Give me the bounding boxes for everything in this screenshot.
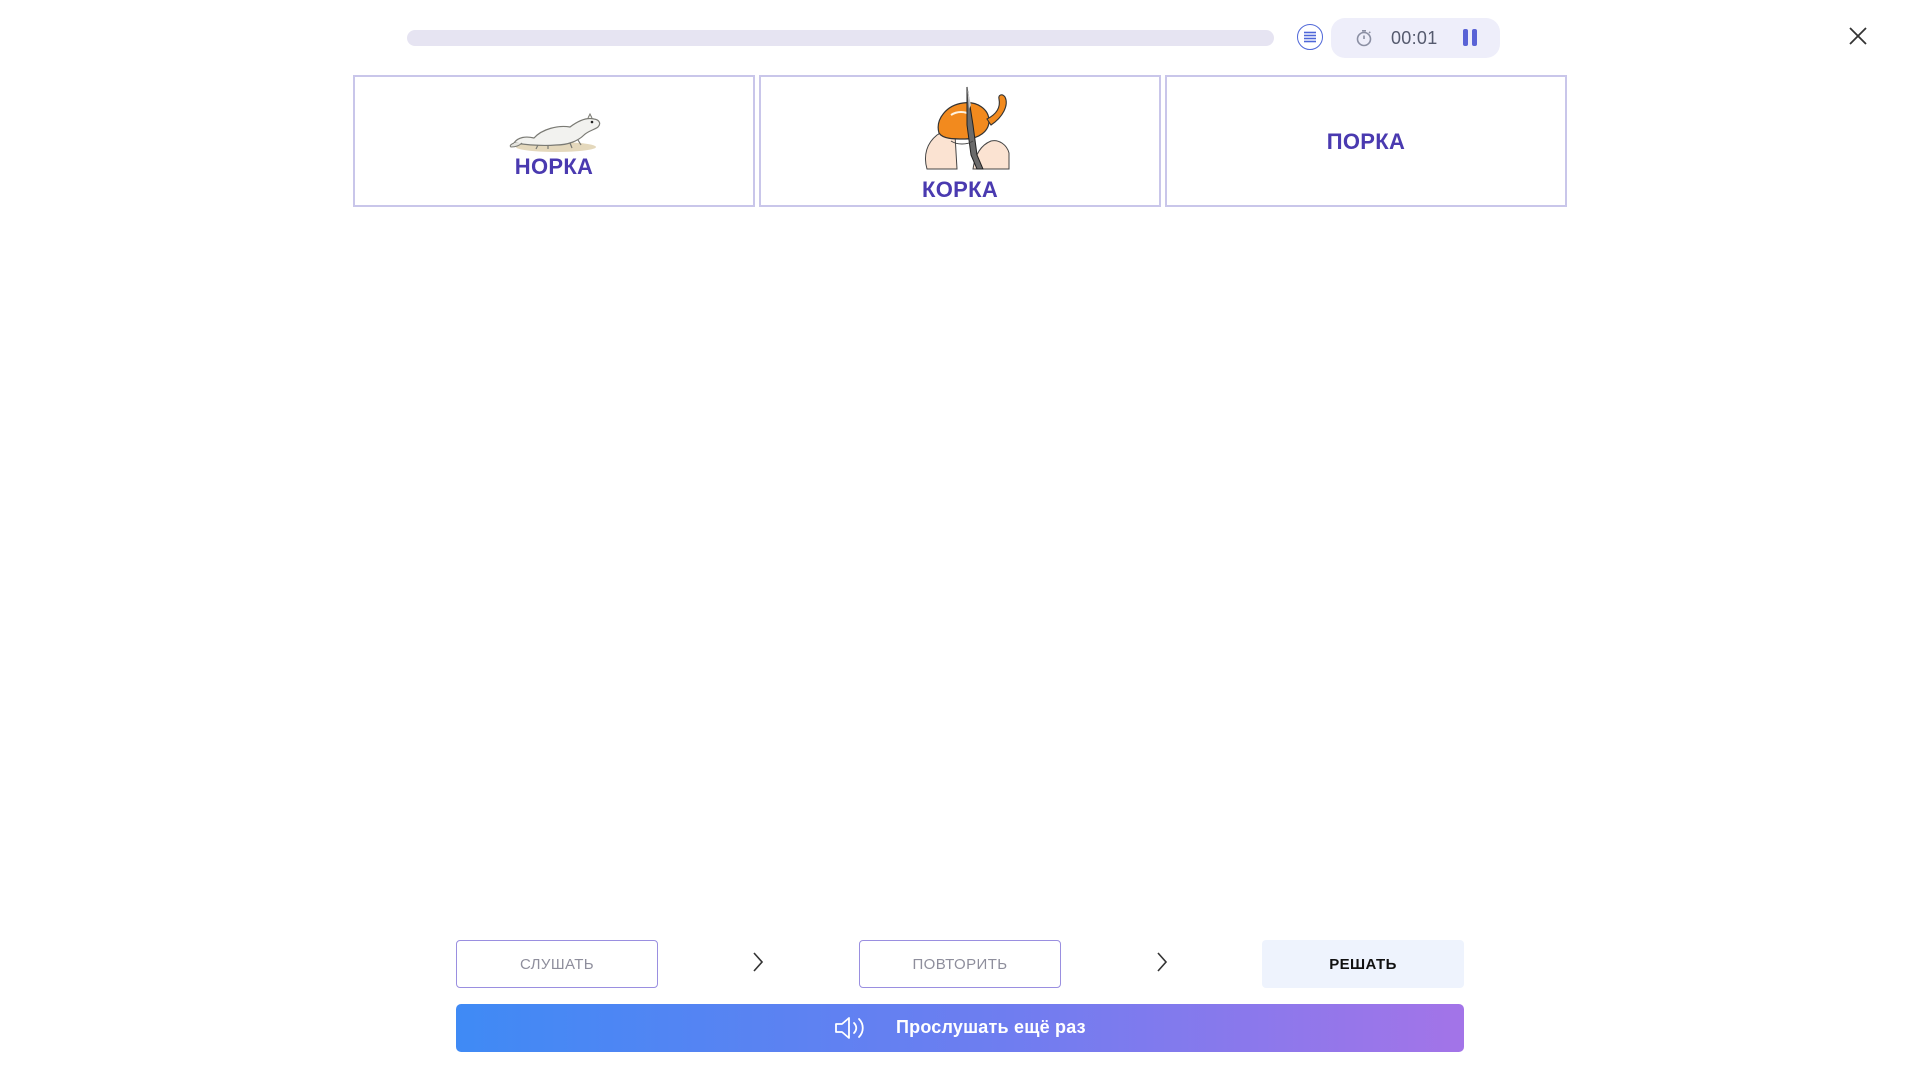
word-cards: НОРКА КОРКА ПОРКА [353,75,1567,207]
solve-step-button[interactable]: РЕШАТЬ [1262,940,1464,988]
speaker-icon [835,1017,864,1039]
exercise-page: 00:01 НОРКА КОРКА ПОРКА СЛУШАТЬ ПОВТОРИТ… [0,0,1920,1080]
listen-again-label: Прослушать ещё раз [896,1017,1086,1037]
listen-step-button[interactable]: СЛУШАТЬ [456,940,658,988]
pause-icon [1463,29,1468,46]
timer-value: 00:01 [1391,28,1438,48]
list-icon [1304,31,1316,43]
close-icon[interactable] [1846,24,1870,48]
word-card[interactable]: ПОРКА [1165,75,1567,207]
repeat-step-button[interactable]: ПОВТОРИТЬ [859,940,1061,988]
word-label: КОРКА [921,177,999,202]
word-card[interactable]: КОРКА [759,75,1161,207]
word-label: НОРКА [514,154,594,179]
ferret-image [509,112,601,152]
word-label: ПОРКА [1326,129,1406,154]
chevron-right-icon [753,952,764,972]
chevron-right-icon [1157,952,1168,972]
listen-again-button[interactable]: Прослушать ещё раз [456,1004,1464,1052]
peeling-orange-image [924,86,1010,170]
pause-button[interactable] [1459,29,1481,47]
word-card[interactable]: НОРКА [353,75,755,207]
task-list-button[interactable] [1297,24,1323,50]
progress-bar [407,30,1274,46]
timer-panel: 00:01 [1331,18,1500,58]
stopwatch-icon [1356,29,1372,47]
